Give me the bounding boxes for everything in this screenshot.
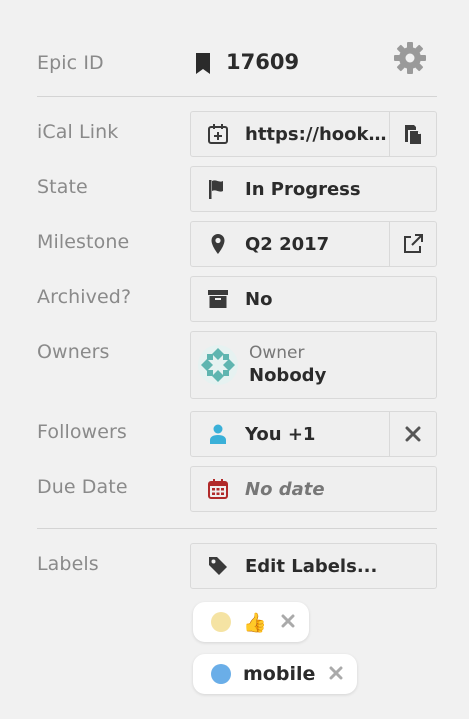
owner-avatar — [191, 332, 245, 398]
calendar-plus-icon — [191, 112, 245, 156]
ical-label: iCal Link — [37, 121, 119, 143]
ical-field[interactable]: https://hooks... — [190, 111, 437, 157]
edit-labels-button[interactable]: Edit Labels... — [190, 543, 437, 589]
followers-row: Followers You +1 — [0, 411, 469, 457]
state-value: In Progress — [245, 178, 361, 200]
state-row: State In Progress — [0, 166, 469, 212]
archive-box-icon — [191, 277, 245, 321]
archived-field[interactable]: No — [190, 276, 437, 322]
state-field[interactable]: In Progress — [190, 166, 437, 212]
edit-labels-text: Edit Labels... — [245, 555, 378, 577]
owner-role: Owner — [249, 343, 305, 363]
ical-value: https://hooks... — [245, 123, 389, 145]
copy-icon — [405, 125, 421, 144]
copy-button[interactable] — [389, 112, 436, 156]
state-label: State — [37, 176, 88, 198]
owners-label: Owners — [37, 341, 110, 363]
followers-label: Followers — [37, 421, 127, 443]
remove-label-icon[interactable] — [281, 613, 295, 632]
owners-row: Owners Owner Nobody — [0, 331, 469, 399]
remove-label-icon[interactable] — [329, 665, 343, 684]
milestone-row: Milestone Q2 2017 — [0, 221, 469, 267]
calendar-icon — [191, 467, 245, 511]
epic-id-row: Epic ID 17609 — [0, 40, 469, 90]
bookmark-icon — [195, 53, 211, 78]
milestone-value: Q2 2017 — [245, 233, 330, 255]
label-pill-mobile[interactable]: mobile — [193, 654, 358, 694]
user-icon — [191, 412, 245, 456]
followers-field[interactable]: You +1 — [190, 411, 437, 457]
divider-top — [37, 96, 437, 97]
archived-value: No — [245, 288, 273, 310]
label-color-dot — [211, 612, 231, 632]
milestone-label: Milestone — [37, 231, 130, 253]
followers-value: You +1 — [245, 423, 316, 445]
tag-icon — [191, 544, 245, 588]
map-marker-icon — [191, 222, 245, 266]
due-date-row: Due Date No date — [0, 466, 469, 512]
labels-row: Labels Edit Labels... — [0, 543, 469, 589]
owner-name: Nobody — [249, 365, 327, 386]
label-text: mobile — [243, 663, 316, 685]
divider-bottom — [37, 528, 437, 529]
open-milestone-button[interactable] — [389, 222, 436, 266]
remove-follower-button[interactable] — [389, 412, 436, 456]
external-link-icon — [404, 234, 423, 253]
label-color-dot — [211, 664, 231, 684]
epic-id-value: 17609 — [226, 50, 300, 74]
due-date-field[interactable]: No date — [190, 466, 437, 512]
epic-id-label: Epic ID — [37, 52, 104, 74]
gear-icon[interactable] — [392, 40, 428, 80]
label-pill-thumbs-up[interactable]: 👍 — [193, 602, 309, 642]
ical-row: iCal Link https://hooks... — [0, 111, 469, 157]
archived-label: Archived? — [37, 286, 132, 308]
labels-label: Labels — [37, 553, 99, 575]
due-date-label: Due Date — [37, 476, 128, 498]
label-text: 👍 — [243, 611, 267, 634]
flag-icon — [191, 167, 245, 211]
milestone-field[interactable]: Q2 2017 — [190, 221, 437, 267]
due-date-value: No date — [245, 478, 325, 500]
close-icon — [405, 426, 421, 442]
archived-row: Archived? No — [0, 276, 469, 322]
owners-field[interactable]: Owner Nobody — [190, 331, 437, 399]
